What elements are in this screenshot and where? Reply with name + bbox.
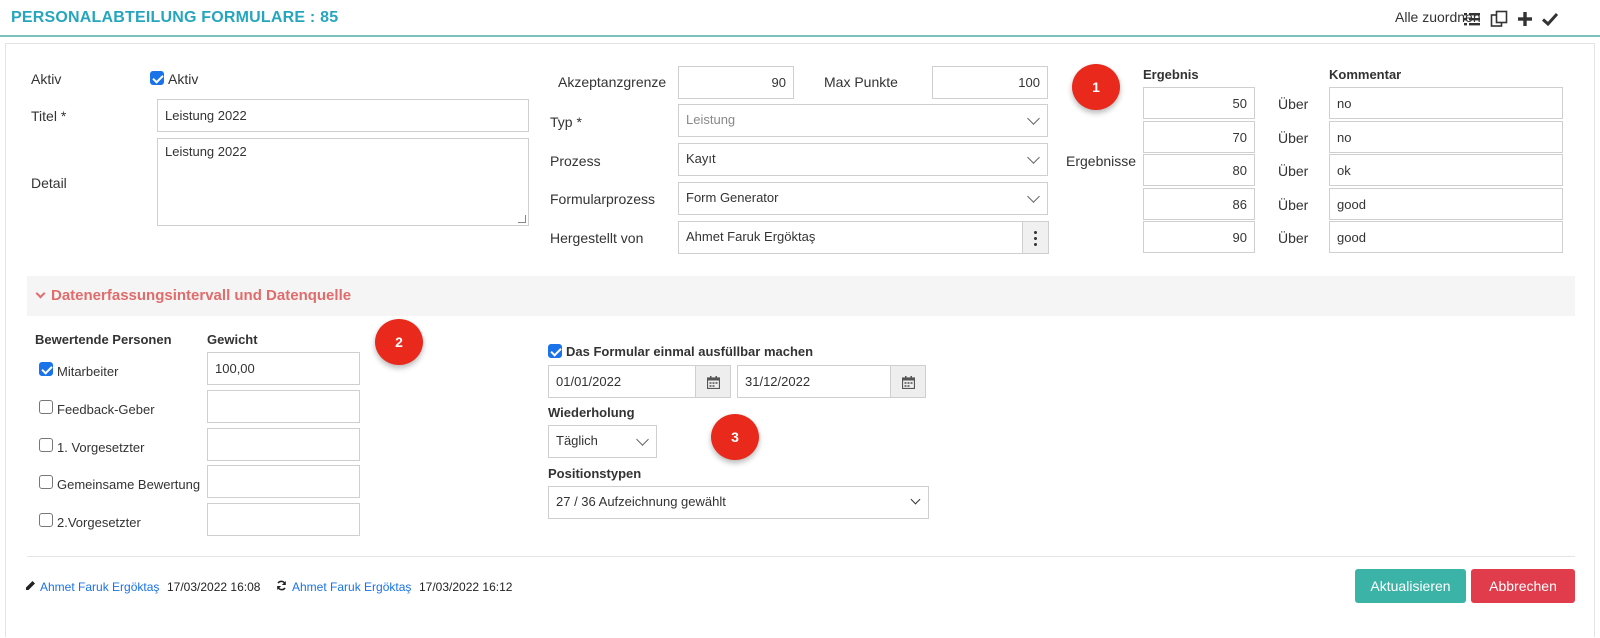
operator-label: Über <box>1278 197 1309 213</box>
evaluator-label: 1. Vorgesetzter <box>57 440 145 455</box>
updated-at: 17/03/2022 16:12 <box>419 580 513 594</box>
evaluator-checkbox[interactable] <box>39 475 53 489</box>
calendar-icon <box>902 376 915 389</box>
titel-label: Titel * <box>31 108 67 124</box>
section-title: Datenerfassungsintervall und Datenquelle <box>51 287 352 304</box>
evaluator-checkbox[interactable] <box>39 400 53 414</box>
wiederholung-label: Wiederholung <box>548 405 635 420</box>
operator-label: Über <box>1278 163 1309 179</box>
formularprozess-label: Formularprozess <box>550 191 656 207</box>
badge-1: 1 <box>1072 64 1120 110</box>
kommentar-input[interactable] <box>1329 154 1563 186</box>
evaluator-label: Mitarbeiter <box>57 364 119 379</box>
hergestellt-label: Hergestellt von <box>550 230 644 246</box>
weight-input[interactable] <box>207 390 360 423</box>
chevron-down-icon <box>35 288 46 299</box>
section-toggle[interactable]: Datenerfassungsintervall und Datenquelle <box>27 276 1575 316</box>
evaluator-label: Gemeinsame Bewertung <box>57 477 201 492</box>
evaluator-label: 2.Vorgesetzter <box>57 515 141 530</box>
max-punkte-input[interactable] <box>932 66 1048 99</box>
operator-label: Über <box>1278 230 1309 246</box>
ergebnis-input[interactable] <box>1143 221 1255 253</box>
aktiv-label: Aktiv <box>31 71 62 87</box>
akzeptanz-label: Akzeptanzgrenze <box>558 74 667 90</box>
page-title: PERSONALABTEILUNG FORMULARE : 85 <box>11 9 339 26</box>
calendar-button[interactable] <box>891 365 926 398</box>
copy-icon[interactable] <box>1490 10 1508 28</box>
bewertende-personen-header: Bewertende Personen <box>35 332 172 347</box>
kommentar-input[interactable] <box>1329 121 1563 153</box>
pencil-icon <box>26 581 35 590</box>
positionstypen-select[interactable]: 27 / 36 Aufzeichnung gewählt <box>548 486 929 519</box>
badge-3: 3 <box>711 414 759 460</box>
positionstypen-label: Positionstypen <box>548 466 642 481</box>
weight-input[interactable] <box>207 465 360 498</box>
ergebnisse-label: Ergebnisse <box>1066 153 1137 169</box>
detail-label: Detail <box>31 175 67 191</box>
max-punkte-label: Max Punkte <box>824 74 898 90</box>
typ-label: Typ * <box>550 114 582 130</box>
aktiv-checkbox-label: Aktiv <box>168 71 199 87</box>
kommentar-header: Kommentar <box>1329 67 1402 82</box>
list-icon[interactable] <box>1463 10 1481 28</box>
weight-input[interactable] <box>207 503 360 536</box>
update-button[interactable]: Aktualisieren <box>1355 569 1466 603</box>
ergebnis-input[interactable] <box>1143 154 1255 186</box>
created-at: 17/03/2022 16:08 <box>167 580 261 594</box>
footer-divider <box>27 556 1575 557</box>
titel-input[interactable] <box>157 99 529 132</box>
plus-icon[interactable] <box>1516 10 1534 28</box>
evaluator-checkbox[interactable] <box>39 362 53 376</box>
ergebnis-input[interactable] <box>1143 87 1255 119</box>
prozess-label: Prozess <box>550 153 601 169</box>
evaluator-checkbox[interactable] <box>39 513 53 527</box>
check-icon[interactable] <box>1541 10 1559 28</box>
operator-label: Über <box>1278 130 1309 146</box>
creator-link[interactable]: Ahmet Faruk Ergöktaş <box>40 580 159 594</box>
weight-input[interactable] <box>207 352 360 385</box>
calendar-icon <box>707 376 720 389</box>
calendar-button[interactable] <box>696 365 731 398</box>
once-fillable-label: Das Formular einmal ausfüllbar machen <box>566 344 814 359</box>
evaluator-checkbox[interactable] <box>39 438 53 452</box>
kommentar-input[interactable] <box>1329 221 1563 253</box>
page-header: PERSONALABTEILUNG FORMULARE : 85 Alle zu… <box>0 0 1600 37</box>
akzeptanz-input[interactable] <box>678 66 794 99</box>
badge-2: 2 <box>375 319 423 365</box>
typ-select[interactable]: Leistung <box>678 104 1048 137</box>
kommentar-input[interactable] <box>1329 87 1563 119</box>
weight-input[interactable] <box>207 428 360 461</box>
once-fillable-checkbox[interactable] <box>548 344 562 358</box>
operator-label: Über <box>1278 96 1309 112</box>
formularprozess-select[interactable]: Form Generator <box>678 182 1048 215</box>
ergebnis-header: Ergebnis <box>1143 67 1199 82</box>
date-to-input[interactable] <box>737 365 891 398</box>
resize-grip-icon[interactable] <box>518 215 526 223</box>
refresh-icon <box>277 580 286 591</box>
ergebnis-input[interactable] <box>1143 121 1255 153</box>
prozess-select[interactable]: Kayıt <box>678 143 1048 176</box>
evaluator-label: Feedback-Geber <box>57 402 155 417</box>
ergebnis-input[interactable] <box>1143 188 1255 220</box>
updater-link[interactable]: Ahmet Faruk Ergöktaş <box>292 580 411 594</box>
hergestellt-input[interactable]: Ahmet Faruk Ergöktaş <box>678 221 1023 254</box>
aktiv-checkbox[interactable] <box>150 71 164 85</box>
date-from-input[interactable] <box>548 365 696 398</box>
kebab-menu-icon[interactable] <box>1023 221 1049 254</box>
cancel-button[interactable]: Abbrechen <box>1471 569 1575 603</box>
gewicht-header: Gewicht <box>207 332 258 347</box>
kommentar-input[interactable] <box>1329 188 1563 220</box>
detail-textarea[interactable]: Leistung 2022 <box>157 138 529 226</box>
